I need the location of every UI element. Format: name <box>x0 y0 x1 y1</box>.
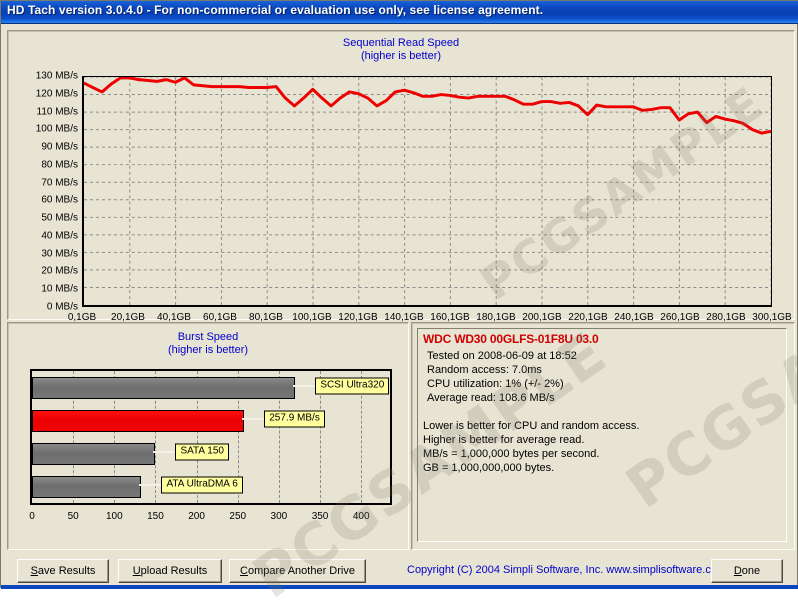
save-label-rest: ave Results <box>37 565 96 577</box>
burst-chart-subtitle: (higher is better) <box>167 344 249 356</box>
sequential-y-tick-label: 130 MB/s <box>35 70 78 82</box>
random-access-label: Random access: 7.0ms <box>427 364 542 376</box>
sequential-y-tick-label: 40 MB/s <box>41 230 78 242</box>
sequential-y-tick-label: 110 MB/s <box>36 106 79 118</box>
burst-callout-leader <box>293 384 316 387</box>
done-label-rest: one <box>741 565 761 577</box>
burst-callout-leader <box>242 417 265 420</box>
burst-x-tick-label: 400 <box>352 511 370 522</box>
burst-x-tick-label: 100 <box>105 511 123 522</box>
sequential-y-tick-label: 60 MB/s <box>41 194 78 206</box>
upload-label-rest: pload Results <box>140 565 208 577</box>
burst-x-tick-label: 200 <box>188 511 205 522</box>
copyright-label: Copyright (C) 2004 Simpli Software, Inc.… <box>407 564 727 576</box>
done-accel-key: D <box>733 565 742 577</box>
compare-another-drive-button[interactable]: Compare Another Drive <box>229 559 366 583</box>
cpu-utilization-label: CPU utilization: 1% (+/- 2%) <box>427 378 564 390</box>
sequential-chart-title: Sequential Read Speed <box>342 37 460 49</box>
drive-info-box: WDC WD30 00GLFS-01F8U 03.0 Tested on 200… <box>417 328 787 542</box>
sequential-y-tick-label: 120 MB/s <box>35 88 78 100</box>
sequential-y-tick-label: 0 MB/s <box>46 301 78 313</box>
save-accel-key: S <box>30 565 38 577</box>
window-title: HD Tach version 3.0.4.0 - For non-commer… <box>7 3 544 17</box>
drive-model-label: WDC WD30 00GLFS-01F8U 03.0 <box>423 332 599 346</box>
sequential-y-tick-label: 80 MB/s <box>41 159 78 171</box>
burst-x-tick-label: 150 <box>147 511 164 522</box>
tested-on-label: Tested on 2008-06-09 at 18:52 <box>427 350 577 362</box>
sequential-read-speed-graph <box>82 76 773 305</box>
note-mbs-definition: MB/s = 1,000,000 bytes per second. <box>423 448 600 460</box>
sequential-y-tick-label: 90 MB/s <box>41 141 78 153</box>
note-cpu-random: Lower is better for CPU and random acces… <box>423 420 640 432</box>
sequential-y-axis-labels: 0 MB/s 10 MB/s 20 MB/s 30 MB/s 40 MB/s 50 MB/… <box>8 71 79 313</box>
sequential-y-tick-label: 50 MB/s <box>41 212 78 224</box>
compare-accel-key: C <box>240 565 248 577</box>
burst-chart-title: Burst Speed <box>177 331 239 343</box>
upload-results-button[interactable]: Upload Results <box>118 559 222 583</box>
sequential-read-speed-panel: Sequential Read Speed (higher is better)… <box>7 30 795 323</box>
sequential-y-tick-label: 20 MB/s <box>41 265 78 277</box>
average-read-label: Average read: 108.6 MB/s <box>427 392 555 404</box>
note-gb-definition: GB = 1,000,000,000 bytes. <box>423 462 555 474</box>
burst-callout-leader <box>139 483 162 486</box>
burst-x-tick-label: 250 <box>229 511 247 522</box>
upload-accel-key: U <box>132 565 141 577</box>
hd-tach-window: HD Tach version 3.0.4.0 - For non-commer… <box>0 0 798 612</box>
sequential-y-tick-label: 10 MB/s <box>41 283 78 295</box>
burst-x-tick-label: 0 <box>29 511 35 522</box>
burst-bar-label: SATA 150 <box>175 443 229 460</box>
burst-speed-panel: Burst Speed (higher is better) 0 50 100 150… <box>7 322 409 550</box>
burst-callout-leader <box>153 450 176 453</box>
burst-x-tick-label: 300 <box>270 511 288 522</box>
sequential-y-tick-label: 30 MB/s <box>41 248 78 260</box>
burst-x-tick-label: 350 <box>311 511 329 522</box>
sequential-y-tick-label: 70 MB/s <box>41 177 78 189</box>
burst-bar-label: SCSI Ultra320 <box>315 377 390 394</box>
burst-x-tick-label: 50 <box>67 511 79 522</box>
done-button[interactable]: Done <box>711 559 783 583</box>
sequential-chart-subtitle: (higher is better) <box>360 50 442 62</box>
sequential-plot-area <box>82 76 773 307</box>
save-results-button[interactable]: Save Results <box>17 559 109 583</box>
drive-info-panel: WDC WD30 00GLFS-01F8U 03.0 Tested on 200… <box>411 322 795 550</box>
compare-label-rest: ompare Another Drive <box>247 565 355 577</box>
note-average-read: Higher is better for average read. <box>423 434 585 446</box>
burst-bar-label: 257.9 MB/s <box>264 410 325 427</box>
window-bottom-accent-bar <box>1 585 798 589</box>
burst-callouts-layer: SCSI Ultra320 257.9 MB/s SATA 150 ATA Ultra… <box>30 369 408 505</box>
sequential-y-tick-label: 100 MB/s <box>35 123 78 135</box>
burst-bar-label: ATA UltraDMA 6 <box>161 476 243 493</box>
burst-x-axis-labels: 0 50 100 150 200 250 300 350 400 <box>29 508 392 524</box>
window-title-bar: HD Tach version 3.0.4.0 - For non-commer… <box>1 1 798 24</box>
